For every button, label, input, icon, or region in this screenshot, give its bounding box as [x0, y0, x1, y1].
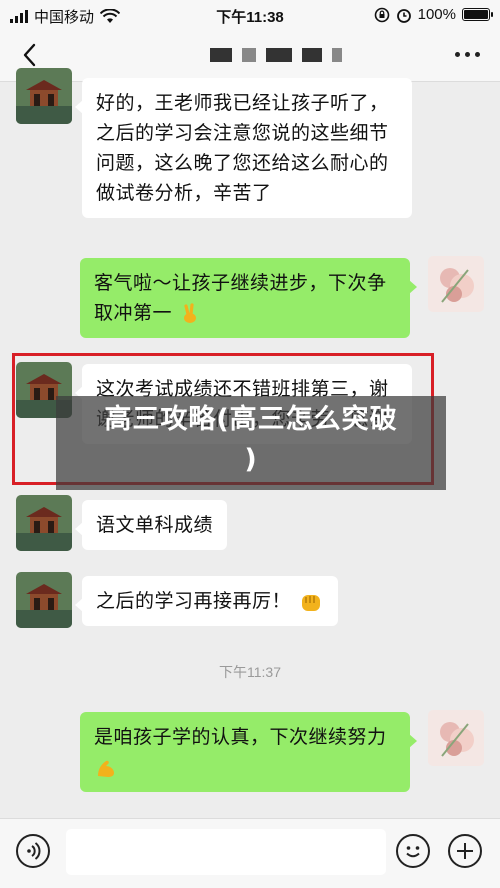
voice-icon[interactable] [16, 834, 50, 868]
chat-header [0, 30, 500, 82]
more-dots-icon[interactable] [455, 52, 480, 57]
message-text: 客气啦～让孩子继续进步，下次争取冲第一 [94, 272, 387, 324]
status-right: 100% [374, 6, 493, 23]
message-bubble-received[interactable]: 之后的学习再接再厉！ [75, 576, 338, 626]
chevron-left-icon[interactable] [16, 40, 46, 70]
my-avatar[interactable] [428, 710, 484, 766]
message-input[interactable] [66, 829, 386, 875]
victory-hand-emoji-icon [183, 302, 196, 323]
teacher-avatar[interactable] [16, 572, 72, 628]
fist-emoji-icon [301, 594, 320, 611]
message-text: 之后的学习再接再厉！ [96, 590, 292, 612]
status-bar: 中国移动 下午11:38 100% [0, 0, 500, 30]
plus-icon[interactable] [448, 834, 482, 868]
flexed-biceps-emoji-icon [98, 760, 114, 777]
chat-title-redacted [210, 48, 342, 62]
overlay-title: 高三攻略(高三怎么突破 ) [56, 400, 446, 480]
message-bubble-sent[interactable]: 是咱孩子学的认真，下次继续努力 [80, 712, 417, 792]
overlay-title-line2: ) [244, 444, 258, 475]
timestamp: 下午11:37 [219, 664, 281, 680]
message-bubble-received[interactable]: 语文单科成绩 [74, 500, 228, 550]
teacher-avatar[interactable] [16, 495, 72, 551]
alarm-icon [396, 8, 411, 23]
message-bubble-received[interactable]: 好的，王老师我已经让孩子听了，之后的学习会注意您说的这些细节问题，这么晚了您还给… [75, 78, 412, 218]
message-text: 是咱孩子学的认真，下次继续努力 [94, 726, 387, 748]
battery-icon [462, 8, 493, 21]
my-avatar[interactable] [428, 256, 484, 312]
overlay-title-line1: 高三攻略(高三怎么突破 [104, 404, 398, 435]
smiley-icon[interactable] [396, 834, 430, 868]
rotation-lock-icon [374, 7, 389, 22]
message-bubble-sent[interactable]: 客气啦～让孩子继续进步，下次争取冲第一 [80, 258, 417, 338]
teacher-avatar[interactable] [16, 68, 72, 124]
battery-percent: 100% [417, 6, 456, 23]
input-bar [0, 818, 500, 888]
